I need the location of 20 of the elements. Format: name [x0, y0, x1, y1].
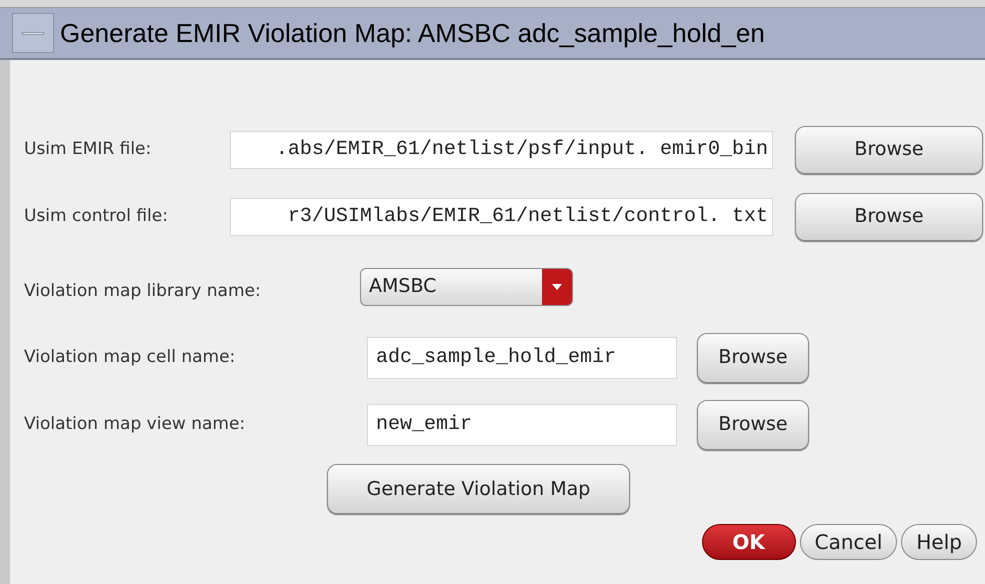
dialog-button[interactable]: Help: [901, 524, 977, 560]
browse-button[interactable]: Browse: [795, 126, 983, 174]
view-name-field[interactable]: new_emir: [367, 404, 677, 446]
field-label: Usim control file:: [24, 204, 169, 228]
file-path-field[interactable]: r3/USIMlabs/EMIR_61/netlist/control. txt: [230, 198, 773, 236]
generate-violation-map-button[interactable]: Generate Violation Map: [327, 464, 630, 514]
field-label: Violation map library name:: [24, 280, 262, 304]
field-label: Violation map view name:: [24, 412, 246, 436]
browse-button[interactable]: Browse: [697, 332, 809, 382]
cell-name-field[interactable]: adc_sample_hold_emir: [367, 336, 677, 378]
window-title: Generate EMIR Violation Map: AMSBC adc_sample_hold_en: [60, 16, 765, 50]
browse-button[interactable]: Browse: [697, 400, 809, 450]
library-dropdown[interactable]: AMSBC: [360, 268, 573, 306]
field-label: Usim EMIR file:: [24, 138, 152, 161]
field-label: Violation map cell name:: [24, 346, 236, 369]
browse-button[interactable]: Browse: [795, 192, 983, 240]
ok-button[interactable]: OK: [702, 524, 796, 560]
dialog-button[interactable]: Cancel: [800, 524, 898, 560]
minimize-button[interactable]: [12, 13, 54, 53]
file-path-field[interactable]: .abs/EMIR_61/netlist/psf/input. emir0_bin: [230, 130, 773, 168]
